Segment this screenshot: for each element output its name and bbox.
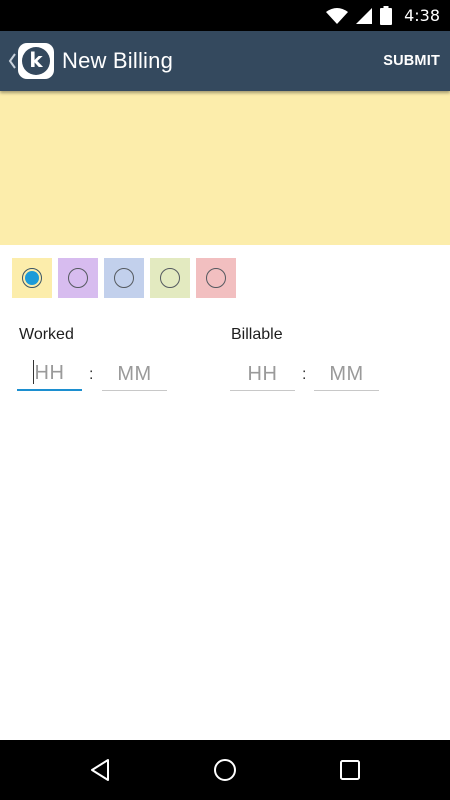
status-bar: 4:38 <box>0 0 450 31</box>
back-nav-icon[interactable] <box>70 740 130 800</box>
billable-label: Billable <box>231 326 283 343</box>
color-option-blue[interactable] <box>104 258 144 298</box>
worked-label: Worked <box>19 326 74 343</box>
worked-time-group: Worked HH : MM <box>17 326 179 394</box>
battery-icon <box>380 6 393 25</box>
app-logo[interactable]: k <box>18 43 54 79</box>
worked-hours-input[interactable]: HH <box>17 358 82 391</box>
status-time: 4:38 <box>404 6 440 25</box>
home-nav-icon[interactable] <box>195 740 255 800</box>
billable-minutes-input[interactable]: MM <box>314 358 379 391</box>
billable-hours-input[interactable]: HH <box>230 358 295 391</box>
recents-nav-icon[interactable] <box>320 740 380 800</box>
billable-minutes-placeholder: MM <box>329 362 364 385</box>
color-option-red[interactable] <box>196 258 236 298</box>
worked-hours-placeholder: HH <box>34 362 65 384</box>
billable-time-group: Billable HH : MM <box>230 326 391 394</box>
radio-unchecked-icon <box>114 268 134 288</box>
billable-hours-placeholder: HH <box>247 362 278 385</box>
color-picker <box>12 258 236 298</box>
radio-unchecked-icon <box>68 268 88 288</box>
radio-checked-icon <box>22 268 42 288</box>
wifi-icon <box>326 7 349 24</box>
radio-unchecked-icon <box>206 268 226 288</box>
app-logo-letter: k <box>22 47 50 75</box>
note-text-area[interactable] <box>0 91 450 245</box>
billable-separator: : <box>302 366 307 383</box>
color-option-green[interactable] <box>150 258 190 298</box>
worked-separator: : <box>89 366 94 383</box>
radio-unchecked-icon <box>160 268 180 288</box>
page-title: New Billing <box>62 48 174 73</box>
submit-button[interactable]: SUBMIT <box>375 43 440 79</box>
color-option-purple[interactable] <box>58 258 98 298</box>
worked-minutes-input[interactable]: MM <box>102 358 167 391</box>
worked-minutes-placeholder: MM <box>117 362 152 385</box>
system-nav-bar <box>0 740 450 800</box>
chevron-left-icon[interactable] <box>4 31 16 91</box>
color-option-yellow[interactable] <box>12 258 52 298</box>
cell-signal-icon <box>356 7 373 24</box>
text-cursor <box>33 360 34 384</box>
app-bar: k New Billing SUBMIT <box>0 31 450 91</box>
